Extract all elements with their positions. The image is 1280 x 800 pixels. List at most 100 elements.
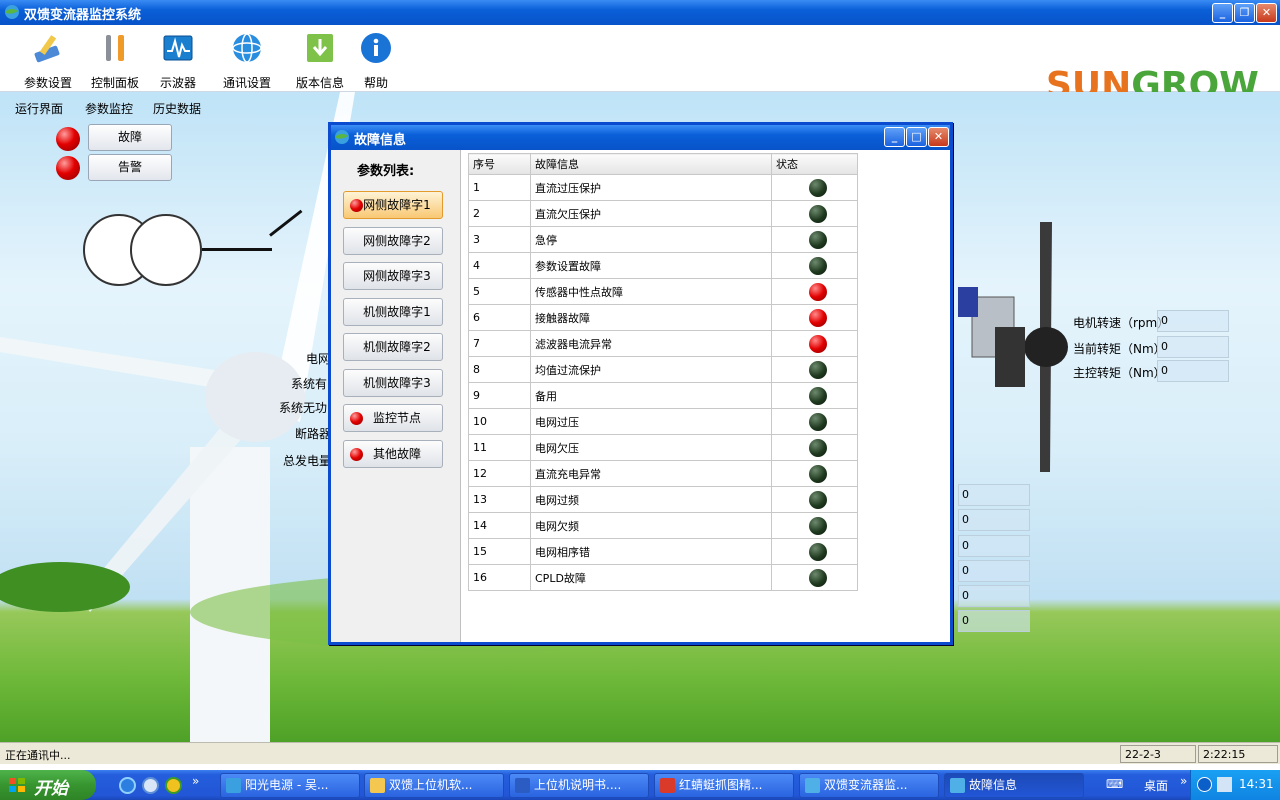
label-motor-speed: 电机转速（rpm） bbox=[1073, 316, 1170, 330]
param-settings-button[interactable]: 参数设置 bbox=[22, 31, 74, 91]
taskbar-task-button[interactable]: 阳光电源 - 吴... bbox=[220, 773, 360, 798]
lower-value-5: 0 bbox=[958, 585, 1030, 607]
tray-expand-icon[interactable] bbox=[1197, 777, 1212, 792]
fault-no-cell: 10 bbox=[468, 408, 531, 435]
start-button[interactable]: 开始 bbox=[0, 770, 96, 800]
oscilloscope-button[interactable]: 示波器 bbox=[156, 31, 200, 91]
fault-no-cell: 9 bbox=[468, 382, 531, 409]
param-list-item[interactable]: 机侧故障字1 bbox=[343, 297, 443, 326]
label-total-energy: 总发电量 bbox=[283, 454, 332, 468]
fault-status-cell bbox=[771, 252, 858, 279]
col-header-no: 序号 bbox=[468, 153, 531, 175]
desktop-toolbar[interactable]: 桌面 bbox=[1144, 777, 1168, 794]
ie-quicklaunch-icon[interactable] bbox=[119, 777, 136, 794]
minimize-button[interactable]: _ bbox=[1212, 3, 1233, 23]
table-row: 12 直流充电异常 bbox=[468, 460, 858, 487]
param-list-item-label: 机侧故障字3 bbox=[363, 375, 431, 390]
comm-settings-button[interactable]: 通讯设置 bbox=[221, 31, 273, 91]
dialog-maximize-button[interactable]: □ bbox=[906, 127, 927, 147]
fault-info-cell: 电网欠频 bbox=[530, 512, 772, 539]
dialog-close-button[interactable]: ✕ bbox=[928, 127, 949, 147]
label-breaker: 断路器 bbox=[295, 427, 332, 441]
globe-icon bbox=[226, 778, 241, 793]
param-list-header: 参数列表: bbox=[357, 164, 415, 179]
fault-led bbox=[56, 127, 80, 151]
table-row: 16 CPLD故障 bbox=[468, 564, 858, 591]
param-list-item-label: 网侧故障字2 bbox=[363, 233, 431, 248]
fault-no-cell: 6 bbox=[468, 304, 531, 331]
windows-flag-icon bbox=[9, 778, 25, 792]
taskbar-task-button[interactable]: 上位机说明书.... bbox=[509, 773, 649, 798]
ok-status-led-icon bbox=[809, 178, 827, 197]
close-button[interactable]: ✕ bbox=[1256, 3, 1277, 23]
param-list-item-label: 监控节点 bbox=[372, 411, 421, 425]
param-list-item[interactable]: 机侧故障字3 bbox=[343, 368, 443, 397]
fault-info-cell: 均值过流保护 bbox=[530, 356, 772, 383]
taskbar-task-label: 阳光电源 - 吴... bbox=[245, 778, 329, 792]
toolbar-more-icon[interactable]: » bbox=[1180, 774, 1187, 788]
quicklaunch-more-icon[interactable]: » bbox=[192, 774, 199, 788]
fault-info-cell: CPLD故障 bbox=[530, 564, 772, 591]
dialog-minimize-button[interactable]: _ bbox=[884, 127, 905, 147]
word-icon bbox=[515, 778, 530, 793]
app-quicklaunch-icon[interactable] bbox=[165, 777, 182, 794]
table-row: 5 传感器中性点故障 bbox=[468, 278, 858, 305]
taskbar-task-button[interactable]: 双馈变流器监... bbox=[799, 773, 939, 798]
param-list-item[interactable]: 网侧故障字2 bbox=[343, 226, 443, 255]
settings-quicklaunch-icon[interactable] bbox=[142, 777, 159, 794]
fault-button[interactable]: 故障 bbox=[88, 124, 172, 151]
nav-param-monitor[interactable]: 参数监控 bbox=[85, 100, 133, 117]
fault-no-cell: 7 bbox=[468, 330, 531, 357]
main-titlebar: 双馈变流器监控系统 _ ❐ ✕ bbox=[0, 0, 1280, 25]
param-list-item[interactable]: 网侧故障字3 bbox=[343, 262, 443, 290]
fault-no-cell: 8 bbox=[468, 356, 531, 383]
control-panel-button[interactable]: 控制面板 bbox=[89, 31, 141, 91]
fault-status-cell bbox=[771, 538, 858, 565]
param-settings-label: 参数设置 bbox=[23, 76, 72, 90]
label-system-active: 系统有 bbox=[291, 377, 328, 391]
motor-speed-value: 0 bbox=[1157, 310, 1229, 332]
folder-icon bbox=[370, 778, 385, 793]
fault-info-cell: 电网欠压 bbox=[530, 434, 772, 461]
fault-no-cell: 11 bbox=[468, 434, 531, 461]
taskbar-task-label: 上位机说明书.... bbox=[534, 778, 622, 792]
fault-table-header-row: 序号 故障信息 状态 bbox=[468, 153, 858, 175]
table-row: 9 备用 bbox=[468, 382, 858, 409]
warning-button[interactable]: 告警 bbox=[88, 154, 172, 181]
network-icon[interactable] bbox=[1217, 777, 1232, 792]
globe-icon bbox=[232, 33, 262, 63]
help-button[interactable]: 帮助 bbox=[358, 31, 394, 91]
system-tray: 14:31 bbox=[1190, 770, 1280, 800]
taskbar-task-button[interactable]: 红蜻蜓抓图精... bbox=[654, 773, 794, 798]
current-torque-value: 0 bbox=[1157, 336, 1229, 358]
table-row: 8 均值过流保护 bbox=[468, 356, 858, 383]
fault-status-cell bbox=[771, 356, 858, 383]
nav-history-data[interactable]: 历史数据 bbox=[153, 100, 201, 117]
table-row: 7 滤波器电流异常 bbox=[468, 330, 858, 357]
version-info-button[interactable]: 版本信息 bbox=[294, 31, 346, 91]
param-list-item[interactable]: 机侧故障字2 bbox=[343, 333, 443, 361]
param-list-item[interactable]: 网侧故障字1 bbox=[343, 191, 443, 219]
taskbar-task-button[interactable]: 故障信息 bbox=[944, 773, 1084, 798]
status-date: 22-2-3 bbox=[1120, 745, 1196, 763]
taskbar-task-label: 双馈变流器监... bbox=[824, 778, 908, 792]
table-row: 3 急停 bbox=[468, 226, 858, 253]
restore-button[interactable]: ❐ bbox=[1234, 3, 1255, 23]
table-row: 10 电网过压 bbox=[468, 408, 858, 435]
fault-info-cell: 参数设置故障 bbox=[530, 252, 772, 279]
param-list-item[interactable]: 其他故障 bbox=[343, 439, 443, 468]
window-title: 双馈变流器监控系统 bbox=[24, 8, 142, 23]
param-list-item[interactable]: 监控节点 bbox=[343, 404, 443, 432]
taskbar-task-button[interactable]: 双馈上位机软... bbox=[364, 773, 504, 798]
status-bar: 正在通讯中... 22-2-3 2:22:15 bbox=[0, 742, 1280, 764]
keyboard-icon[interactable]: ⌨ bbox=[1106, 777, 1123, 791]
table-row: 2 直流欠压保护 bbox=[468, 200, 858, 227]
label-system-reactive: 系统无功 bbox=[279, 401, 328, 415]
fault-info-cell: 电网相序错 bbox=[530, 538, 772, 565]
nav-run-view[interactable]: 运行界面 bbox=[15, 100, 63, 117]
col-header-status: 状态 bbox=[771, 153, 858, 175]
fault-info-dialog: 故障信息 _ □ ✕ 参数列表: 网侧故障字1 网侧故障字2 网侧故障字3 机侧故障字… bbox=[328, 122, 953, 645]
ok-status-led-icon bbox=[809, 230, 827, 249]
fault-info-cell: 电网过压 bbox=[530, 408, 772, 435]
oscilloscope-label: 示波器 bbox=[159, 76, 196, 90]
